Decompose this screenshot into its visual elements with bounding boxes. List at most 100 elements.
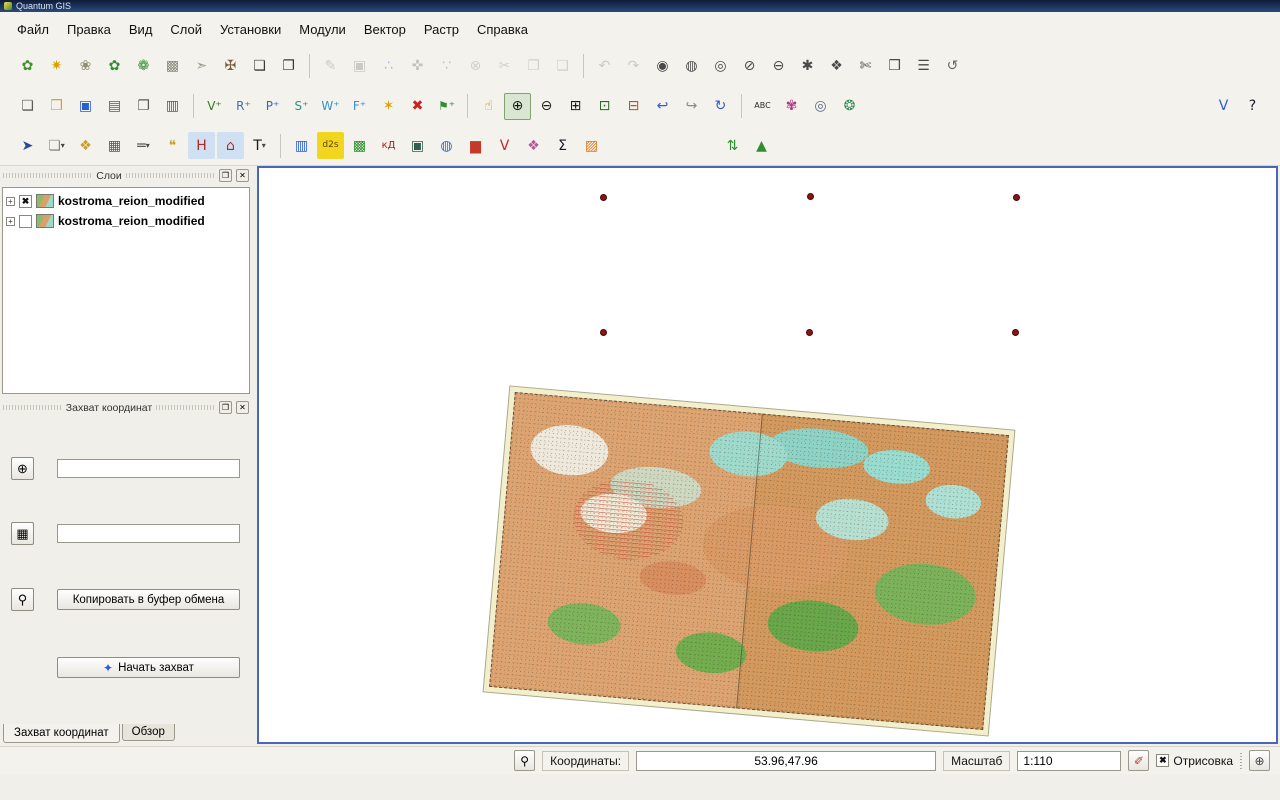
points-plugin-button[interactable]: V	[491, 132, 518, 159]
select-features-button[interactable]: ❏	[43, 132, 70, 159]
zoom-full-button[interactable]: ⊞	[562, 93, 589, 120]
float-panel-button[interactable]: ❐	[219, 401, 232, 414]
merge-attributes-button[interactable]: ☰	[910, 53, 937, 80]
toggle-editing-button[interactable]: ✎	[317, 53, 344, 80]
grass-edit-vector-button[interactable]: ➣	[188, 53, 215, 80]
pan-map-button[interactable]: ☝	[475, 93, 502, 120]
composer-manager-button[interactable]: ❐	[275, 53, 302, 80]
menu-item[interactable]: Установки	[211, 17, 290, 42]
render-progress-icon-button[interactable]: ✐	[1128, 750, 1149, 771]
copy-to-clipboard-button[interactable]: Копировать в буфер обмена	[57, 589, 240, 610]
simplify-feature-button[interactable]: ◉	[649, 53, 676, 80]
menu-item[interactable]: Файл	[8, 17, 58, 42]
render-toggle[interactable]: ✖ Отрисовка	[1156, 754, 1233, 768]
panel-drag-handle[interactable]	[156, 405, 215, 410]
whats-this-button[interactable]: ?	[1239, 93, 1266, 120]
raster-histogram-button[interactable]: ▥	[288, 132, 315, 159]
zoom-in-button[interactable]: ⊕	[504, 93, 531, 120]
add-raster-layer-button[interactable]: R⁺	[230, 93, 257, 120]
new-composer-window-button[interactable]: ❏	[246, 53, 273, 80]
render-checkbox[interactable]: ✖	[1156, 754, 1169, 767]
offset-curve-button[interactable]: ❖	[823, 53, 850, 80]
cut-features-button[interactable]: ✂	[491, 53, 518, 80]
crs-coords-button[interactable]: ⊕	[11, 457, 34, 480]
crs-coordinate-input[interactable]	[57, 459, 240, 478]
show-bookmarks-button[interactable]: ◎	[807, 93, 834, 120]
menu-item[interactable]: Вектор	[355, 17, 415, 42]
attribute-table-button[interactable]: ▦	[101, 132, 128, 159]
refresh-map-button[interactable]: ↻	[707, 93, 734, 120]
move-feature-button[interactable]: ✜	[404, 53, 431, 80]
grass-open-tools-button[interactable]: ✿	[101, 53, 128, 80]
measure-button[interactable]: ═	[130, 132, 157, 159]
expander-icon[interactable]: +	[6, 217, 15, 226]
text-annotation-button[interactable]: T	[246, 132, 273, 159]
add-wms-layer-button[interactable]: W⁺	[317, 93, 344, 120]
deselect-all-button[interactable]: ❖	[72, 132, 99, 159]
float-panel-button[interactable]: ❐	[219, 169, 232, 182]
new-composer-button[interactable]: ❐	[130, 93, 157, 120]
grass-region-edit-button[interactable]: ▩	[159, 53, 186, 80]
mouse-position-button[interactable]: ⚲	[514, 750, 535, 771]
window-titlebar[interactable]: Quantum GIS	[0, 0, 1280, 12]
home-plugin-button[interactable]: ⌂	[217, 132, 244, 159]
grass-open-mapset-button[interactable]: ✿	[14, 53, 41, 80]
new-shapefile-layer-button[interactable]: ✶	[375, 93, 402, 120]
remove-layer-button[interactable]: ✖	[404, 93, 431, 120]
profile-plugin-button[interactable]: ▲	[748, 132, 775, 159]
map-canvas[interactable]	[257, 166, 1278, 744]
delete-selected-button[interactable]: ⊗	[462, 53, 489, 80]
close-panel-button[interactable]: ✕	[236, 169, 249, 182]
start-capture-button[interactable]: ✦ Начать захват	[57, 657, 240, 678]
save-edits-button[interactable]: ▣	[346, 53, 373, 80]
kd-plugin-button[interactable]: кД	[375, 132, 402, 159]
zoom-last-button[interactable]: ↩	[649, 93, 676, 120]
menu-item[interactable]: Вид	[120, 17, 162, 42]
expander-icon[interactable]: +	[6, 197, 15, 206]
dock-tab[interactable]: Захват координат	[3, 724, 120, 743]
crs-status-button[interactable]: ⊕	[1249, 750, 1270, 771]
zoom-to-selection-button[interactable]: ⊡	[591, 93, 618, 120]
panel-drag-handle[interactable]	[3, 405, 62, 410]
print-button[interactable]: ▥	[159, 93, 186, 120]
roadgraph-button[interactable]: ❖	[520, 132, 547, 159]
swap-arrows-button[interactable]: ⇅	[719, 132, 746, 159]
delete-ring-button[interactable]: ⊘	[736, 53, 763, 80]
menu-item[interactable]: Справка	[468, 17, 537, 42]
mapserver-export-button[interactable]: ▣	[404, 132, 431, 159]
close-panel-button[interactable]: ✕	[236, 401, 249, 414]
zoom-out-button[interactable]: ⊖	[533, 93, 560, 120]
add-postgis-layer-button[interactable]: P⁺	[259, 93, 286, 120]
grass-close-mapset-button[interactable]: ❀	[72, 53, 99, 80]
layer-item[interactable]: + ✖ kostroma_reion_modified	[3, 191, 249, 211]
undo-button[interactable]: ↶	[591, 53, 618, 80]
maptips-button[interactable]: ❝	[159, 132, 186, 159]
capture-point-button[interactable]: ∴	[375, 53, 402, 80]
zoom-to-layer-button[interactable]: ⊟	[620, 93, 647, 120]
sum-lines-button[interactable]: Σ	[549, 132, 576, 159]
node-tool-button[interactable]: ∵	[433, 53, 460, 80]
add-gpx-layer-button[interactable]: ⚑⁺	[433, 93, 460, 120]
rotate-point-symbols-button[interactable]: ↺	[939, 53, 966, 80]
zoom-next-button[interactable]: ↪	[678, 93, 705, 120]
dxf2shp-button[interactable]: d2s	[317, 132, 344, 159]
version-check-button[interactable]: V	[1210, 93, 1237, 120]
redo-button[interactable]: ↷	[620, 53, 647, 80]
merge-features-button[interactable]: ❒	[881, 53, 908, 80]
add-wfs-layer-button[interactable]: F⁺	[346, 93, 373, 120]
grid-coords-button[interactable]: ▦	[11, 522, 34, 545]
layer-item[interactable]: + ✖ kostroma_reion_modified	[3, 211, 249, 231]
copy-features-button[interactable]: ❐	[520, 53, 547, 80]
add-part-button[interactable]: ◎	[707, 53, 734, 80]
save-project-as-button[interactable]: ▤	[101, 93, 128, 120]
grass-shell-button[interactable]: ✠	[217, 53, 244, 80]
new-bookmark-button[interactable]: ✾	[778, 93, 805, 120]
scale-input[interactable]	[1017, 751, 1121, 771]
paste-features-button[interactable]: ❑	[549, 53, 576, 80]
coordinate-capture-header[interactable]: Захват координат ❐ ✕	[0, 400, 252, 415]
dock-tab[interactable]: Обзор	[122, 724, 175, 741]
menu-item[interactable]: Модули	[290, 17, 355, 42]
statist-button[interactable]: ▆	[462, 132, 489, 159]
track-mouse-button[interactable]: ⚲	[11, 588, 34, 611]
georeferencer-button[interactable]: ▩	[346, 132, 373, 159]
